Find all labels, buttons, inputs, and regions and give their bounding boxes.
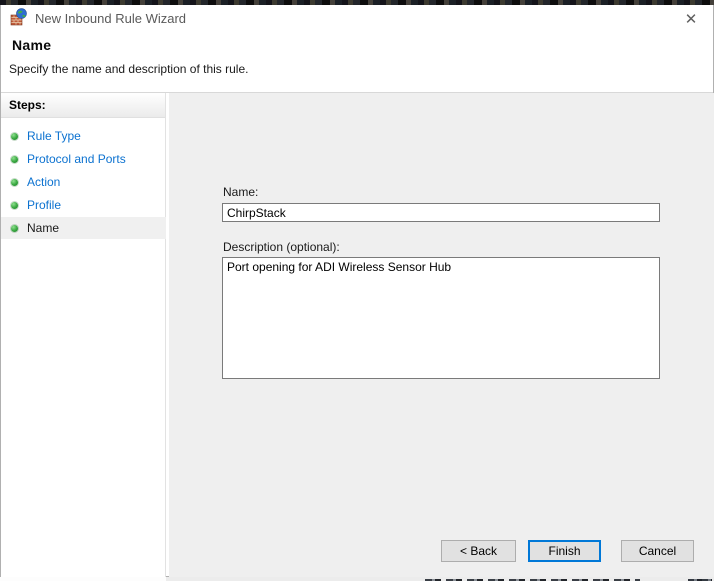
page-title: Name <box>12 37 52 53</box>
sidebar-item-label: Profile <box>27 198 62 212</box>
close-icon: ✕ <box>684 10 698 28</box>
sidebar-item-name[interactable]: Name <box>1 217 166 239</box>
sidebar-item-label: Protocol and Ports <box>27 152 126 166</box>
back-button[interactable]: < Back <box>441 540 516 562</box>
sidebar-item-profile[interactable]: Profile <box>1 194 166 216</box>
name-input[interactable] <box>222 203 660 222</box>
firewall-icon <box>10 8 28 26</box>
bottom-strip-white <box>0 577 166 581</box>
sidebar-item-rule-type[interactable]: Rule Type <box>1 125 166 147</box>
step-complete-icon <box>11 155 18 163</box>
description-textarea[interactable]: Port opening for ADI Wireless Sensor Hub <box>222 257 660 379</box>
window-title: New Inbound Rule Wizard <box>35 11 187 26</box>
sidebar-item-label: Name <box>27 221 60 235</box>
steps-sidebar: Steps: Rule Type Protocol and Ports Acti… <box>1 93 166 577</box>
new-inbound-rule-wizard-dialog: New Inbound Rule Wizard ✕ Name Specify t… <box>0 5 714 577</box>
step-current-icon <box>11 224 18 232</box>
finish-button[interactable]: Finish <box>528 540 601 562</box>
screen: New Inbound Rule Wizard ✕ Name Specify t… <box>0 0 714 581</box>
close-button[interactable]: ✕ <box>677 6 705 32</box>
sidebar-item-action[interactable]: Action <box>1 171 166 193</box>
sidebar-item-protocol-and-ports[interactable]: Protocol and Ports <box>1 148 166 170</box>
page-subtitle: Specify the name and description of this… <box>9 62 249 76</box>
wizard-content-panel: Name: Description (optional): Port openi… <box>169 93 714 577</box>
name-field-label: Name: <box>223 185 259 199</box>
steps-heading: Steps: <box>1 93 165 118</box>
cancel-button[interactable]: Cancel <box>621 540 694 562</box>
step-complete-icon <box>11 132 18 140</box>
sidebar-item-label: Action <box>27 175 61 189</box>
step-complete-icon <box>11 201 18 209</box>
sidebar-item-label: Rule Type <box>27 129 81 143</box>
description-field-label: Description (optional): <box>223 240 340 254</box>
title-bar[interactable]: New Inbound Rule Wizard ✕ <box>1 5 713 33</box>
step-complete-icon <box>11 178 18 186</box>
background-window-strip-bottom <box>0 577 714 581</box>
